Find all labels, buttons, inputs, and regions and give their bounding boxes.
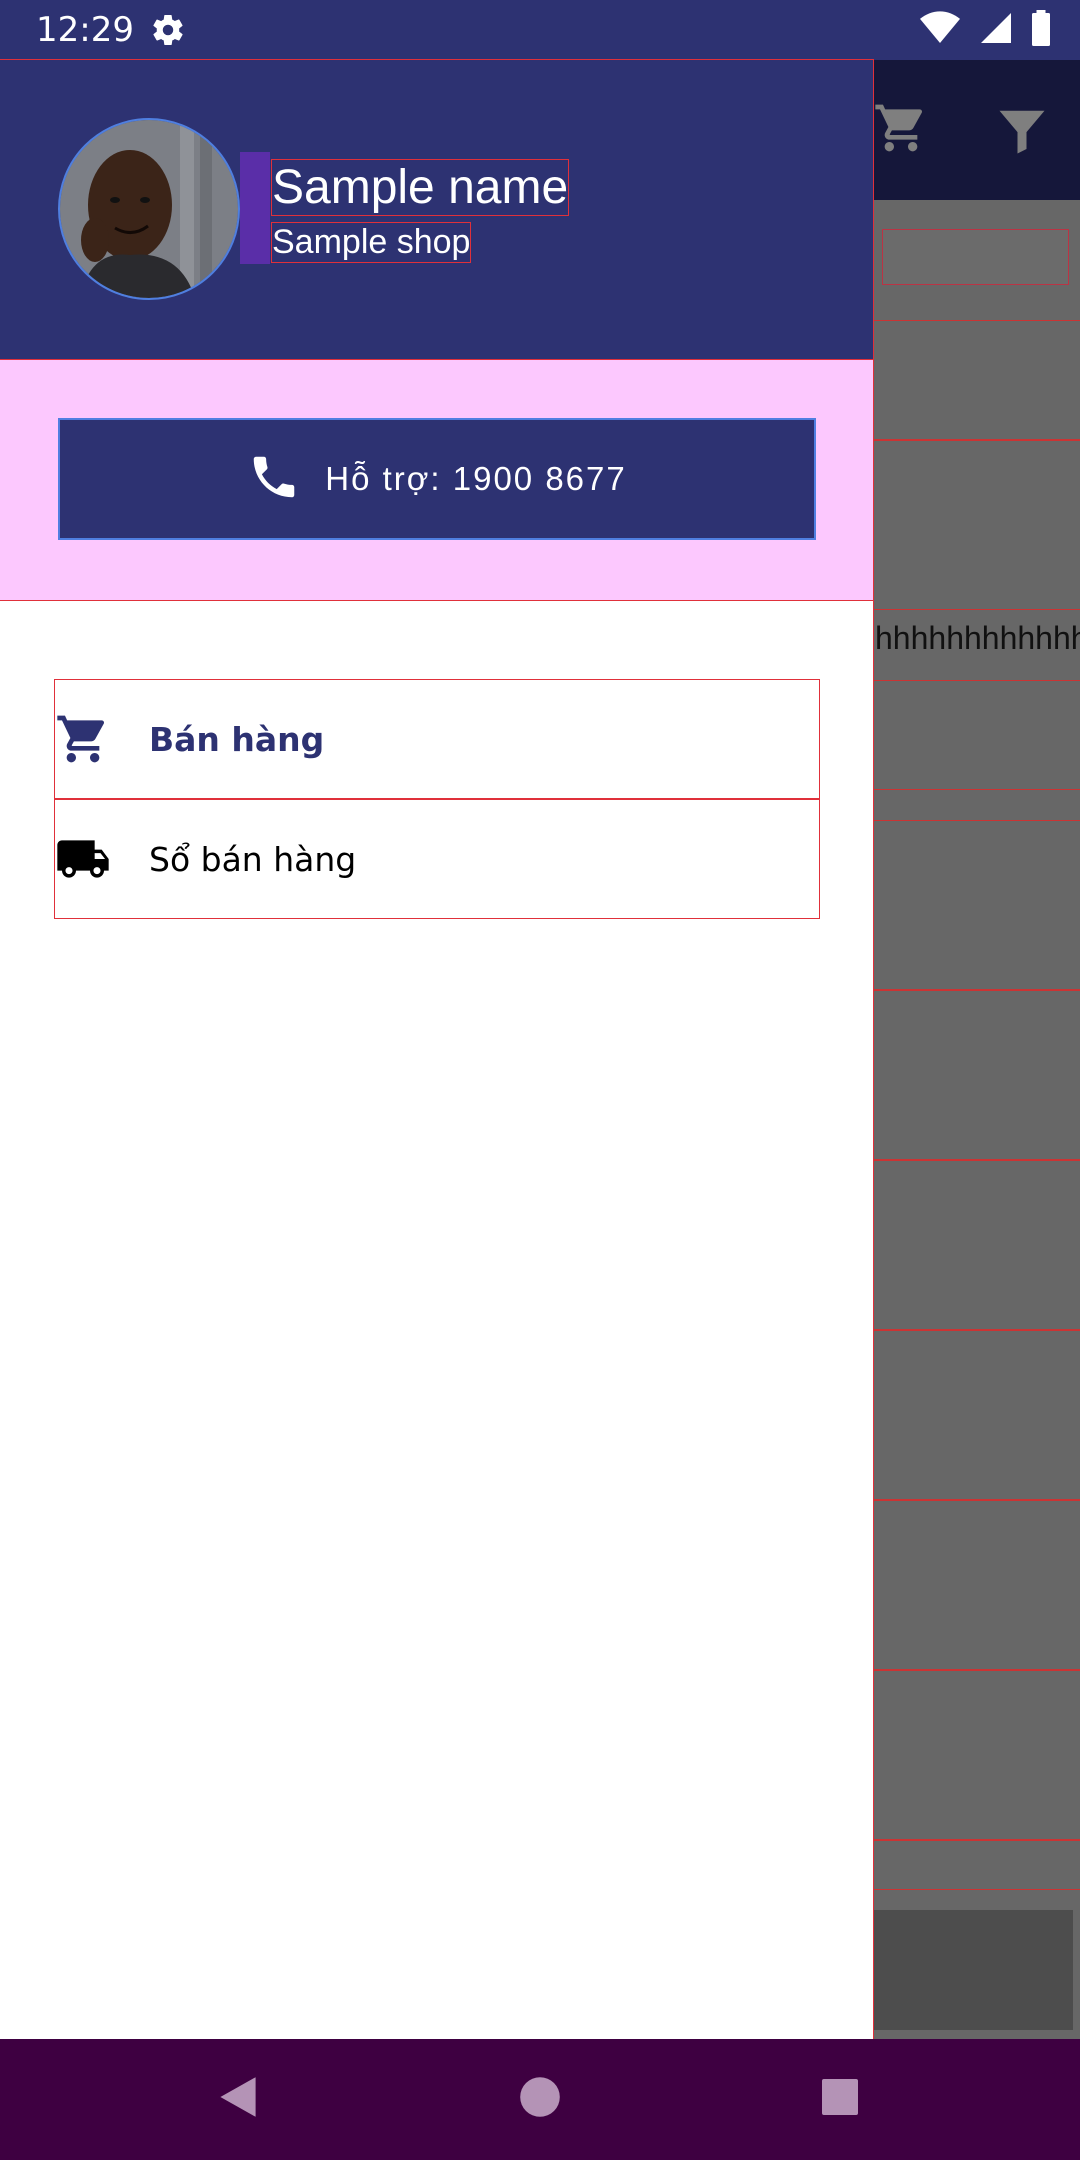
background-row xyxy=(873,320,1080,440)
navigation-drawer: Sample name Sample shop Hỗ trợ: 1900 867… xyxy=(0,59,874,2040)
cell-signal-icon xyxy=(978,10,1014,51)
battery-icon xyxy=(1032,9,1050,51)
back-icon xyxy=(216,2075,260,2124)
menu-item-ban-hang[interactable]: Bán hàng xyxy=(54,679,820,799)
menu-item-label: Sổ bán hàng xyxy=(149,839,357,879)
background-row xyxy=(873,820,1080,990)
background-row xyxy=(873,680,1080,790)
menu-item-so-ban-hang[interactable]: Sổ bán hàng xyxy=(54,799,820,919)
status-time: 12:29 xyxy=(36,10,134,50)
cart-icon xyxy=(55,711,111,767)
name-marker xyxy=(240,152,270,264)
background-row xyxy=(873,1670,1080,1840)
background-row xyxy=(873,1160,1080,1330)
background-row xyxy=(873,990,1080,1160)
background-row xyxy=(873,440,1080,610)
background-bottom-bar xyxy=(873,1910,1073,2030)
truck-icon xyxy=(55,831,111,887)
gear-icon xyxy=(150,12,186,48)
background-row xyxy=(873,1330,1080,1500)
background-text: hhhhhhhhhhhh xyxy=(875,620,1080,656)
background-toolbar xyxy=(873,60,1080,200)
avatar[interactable] xyxy=(58,118,240,300)
cart-icon xyxy=(873,100,929,156)
support-hotline-button[interactable]: Hỗ trợ: 1900 8677 xyxy=(58,418,816,540)
menu-item-label: Bán hàng xyxy=(149,719,325,759)
system-nav-bar xyxy=(0,2039,1080,2160)
background-app: hhhhhhhhhhhh xyxy=(873,60,1080,2039)
recents-button[interactable] xyxy=(800,2059,880,2139)
wifi-icon xyxy=(920,8,960,53)
home-button[interactable] xyxy=(500,2059,580,2139)
background-row xyxy=(873,1840,1080,1890)
status-bar: 12:29 xyxy=(0,0,1080,60)
profile-name: Sample name xyxy=(270,159,570,216)
background-search-field xyxy=(882,229,1069,285)
recents-icon xyxy=(820,2077,860,2122)
status-icons xyxy=(920,8,1050,53)
support-label: Hỗ trợ: 1900 8677 xyxy=(325,460,627,497)
filter-icon xyxy=(995,104,1049,158)
support-section: Hỗ trợ: 1900 8677 xyxy=(0,359,874,601)
phone-icon xyxy=(247,450,301,509)
home-icon xyxy=(518,2075,562,2124)
profile-shop: Sample shop xyxy=(270,222,472,263)
background-row xyxy=(873,1500,1080,1670)
drawer-header: Sample name Sample shop xyxy=(0,60,873,360)
back-button[interactable] xyxy=(198,2059,278,2139)
